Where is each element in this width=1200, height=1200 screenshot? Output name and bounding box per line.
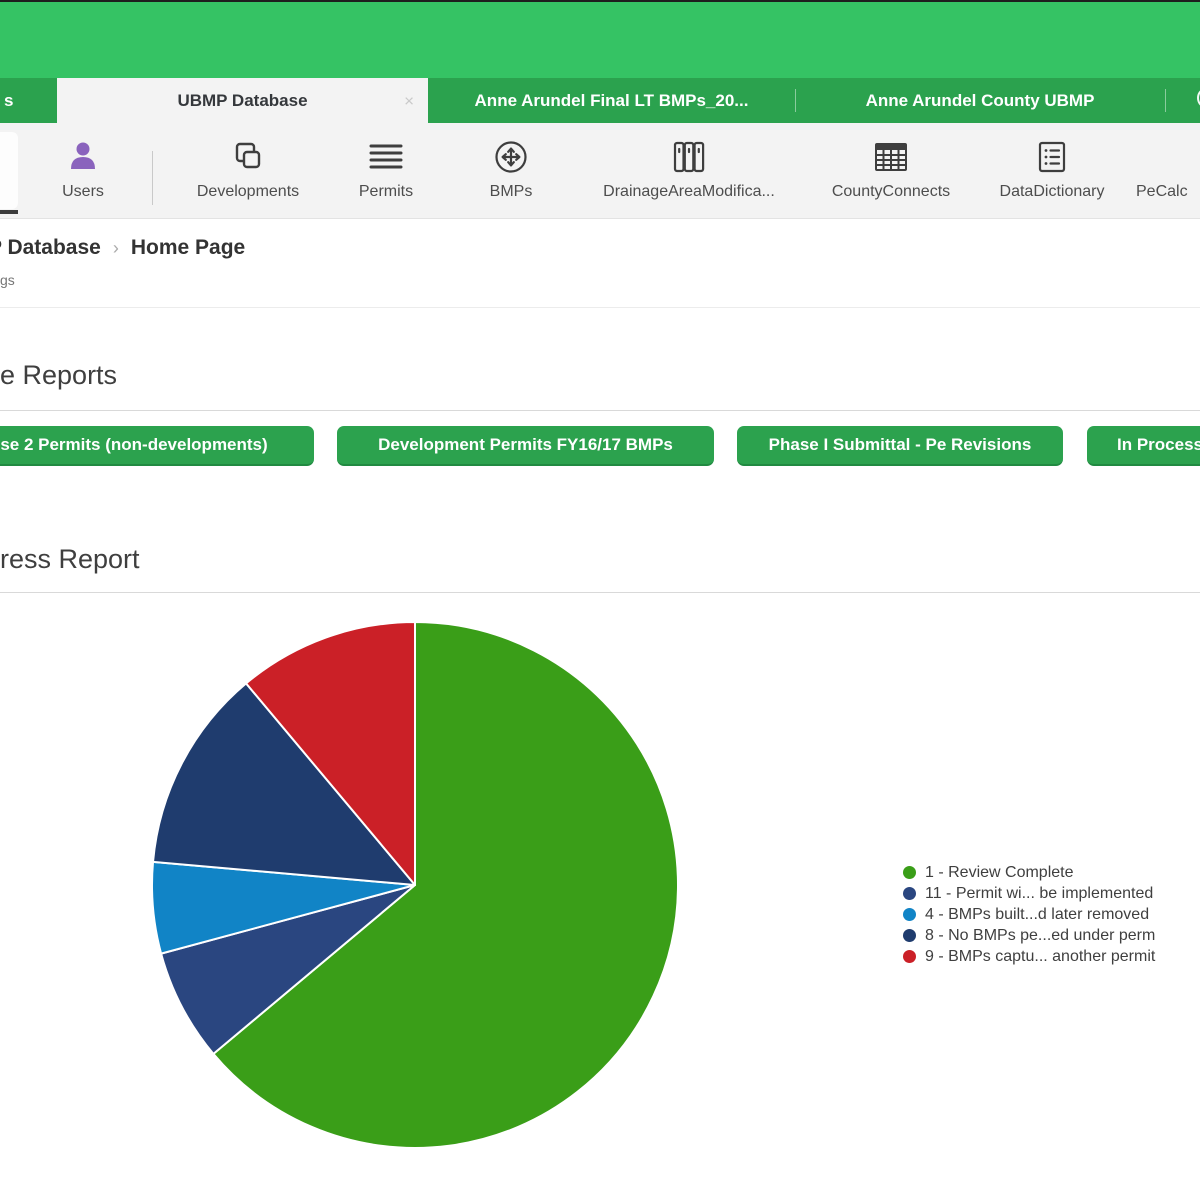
toolbar-item-label: Users [62, 183, 104, 200]
toolbar-item-selected-partial[interactable] [0, 132, 18, 209]
tab-divider [1165, 89, 1166, 112]
legend-swatch [903, 950, 916, 963]
tab-anne-arundel-final-lt-bmps[interactable]: Anne Arundel Final LT BMPs_20... [428, 78, 795, 123]
toolbar: Users Developments Permits BMPs Drainage… [0, 123, 1200, 219]
breadcrumb-current: Home Page [130, 236, 246, 259]
toolbar-item-label: PeCalc [1136, 183, 1188, 200]
legend-label: 4 - BMPs built...d later removed [925, 905, 1150, 923]
toolbar-divider [152, 151, 153, 205]
tab-anne-arundel-county-ubmp[interactable]: Anne Arundel County UBMP [795, 78, 1165, 123]
app-header [0, 2, 1200, 78]
close-icon[interactable]: × [404, 92, 414, 109]
legend-swatch [903, 887, 916, 900]
tab-label: Anne Arundel County UBMP [865, 90, 1095, 110]
legend-swatch [903, 929, 916, 942]
toolbar-item-drainageareamodifica[interactable]: DrainageAreaModifica... [589, 135, 789, 201]
tab-ubmp-database[interactable]: UBMP Database × [57, 78, 428, 123]
toolbar-item-label: DrainageAreaModifica... [603, 183, 775, 200]
toolbar-item-pecalc[interactable]: PeCalc [1136, 135, 1200, 201]
report-button-phase2-permits[interactable]: se 2 Permits (non-developments) [0, 426, 314, 466]
toolbar-item-countyconnects[interactable]: CountyConnects [816, 135, 966, 201]
report-button-development-permits[interactable]: Development Permits FY16/17 BMPs [337, 426, 714, 466]
legend-label: 8 - No BMPs pe...ed under perm [925, 926, 1156, 944]
user-icon [38, 135, 128, 179]
legend-item[interactable]: 1 - Review Complete [903, 862, 1155, 883]
chevron-right-icon: › [112, 238, 119, 258]
section-rule [0, 410, 1200, 411]
lines-icon [336, 135, 436, 179]
toolbar-item-developments[interactable]: Developments [178, 135, 318, 201]
legend-item[interactable]: 8 - No BMPs pe...ed under perm [903, 925, 1155, 946]
section-title-progress: ress Report [0, 544, 140, 574]
toolbar-item-label: DataDictionary [999, 183, 1105, 200]
list-document-icon [982, 135, 1122, 179]
pecalc-icon-offscreen [1136, 135, 1200, 179]
breadcrumb-subtext: gs [0, 272, 15, 288]
legend-item[interactable]: 4 - BMPs built...d later removed [903, 904, 1155, 925]
legend-item[interactable]: 11 - Permit wi... be implemented [903, 883, 1155, 904]
tab-label: Anne Arundel Final LT BMPs_20... [474, 90, 749, 110]
legend-label: 9 - BMPs captu... another permit [925, 947, 1156, 965]
toolbar-item-label: BMPs [489, 183, 533, 200]
chart-legend: 1 - Review Complete 11 - Permit wi... be … [903, 862, 1155, 967]
toolbar-item-permits[interactable]: Permits [336, 135, 436, 201]
columns-icon [589, 135, 789, 179]
section-title-reports: e Reports [0, 360, 118, 390]
toolbar-selected-underline [0, 210, 18, 214]
pie-chart [149, 619, 681, 1151]
report-button-phase1-submittal[interactable]: Phase I Submittal - Pe Revisions [737, 426, 1063, 466]
toolbar-item-users[interactable]: Users [38, 135, 128, 201]
toolbar-item-label: Developments [196, 183, 300, 200]
tab-partial-left[interactable]: s [0, 78, 57, 123]
table-icon [816, 135, 966, 179]
content-divider [0, 307, 1200, 308]
toolbar-item-label: Permits [358, 183, 414, 200]
section-rule [0, 592, 1200, 593]
legend-label: 1 - Review Complete [925, 863, 1074, 881]
legend-swatch [903, 866, 916, 879]
breadcrumb-parent[interactable]: P Database [0, 236, 101, 260]
circle-arrows-icon [461, 135, 561, 179]
tab-bar: s UBMP Database × Anne Arundel Final LT … [0, 78, 1200, 123]
tab-divider [795, 89, 796, 112]
toolbar-item-datadictionary[interactable]: DataDictionary [982, 135, 1122, 201]
copies-icon [178, 135, 318, 179]
legend-label: 11 - Permit wi... be implemented [925, 884, 1154, 902]
report-button-in-process[interactable]: In Process [1087, 426, 1200, 466]
breadcrumb: P Database › Home Page [0, 236, 245, 260]
legend-item[interactable]: 9 - BMPs captu... another permit [903, 946, 1155, 967]
tab-partial-label: s [4, 90, 14, 110]
tab-label: UBMP Database [177, 90, 308, 110]
legend-swatch [903, 908, 916, 921]
toolbar-item-label: CountyConnects [831, 183, 951, 200]
toolbar-item-bmps[interactable]: BMPs [461, 135, 561, 201]
